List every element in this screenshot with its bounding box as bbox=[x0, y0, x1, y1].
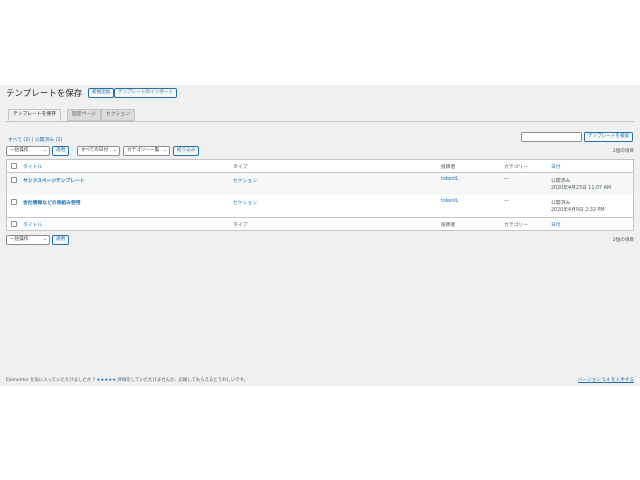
row-category: — bbox=[504, 199, 509, 204]
table-row: 会社情報などの表組み使用 セクション tokenIL — 公開済み 2020年4… bbox=[7, 195, 633, 218]
apply-button-bottom[interactable]: 適用 bbox=[52, 235, 70, 245]
row-title-link[interactable]: 会社情報などの表組み使用 bbox=[23, 199, 81, 206]
tab-sections[interactable]: セクション bbox=[101, 109, 135, 121]
row-title-link[interactable]: サンクスページテンプレート bbox=[23, 177, 85, 184]
table-footer-row: タイトル タイプ 投稿者 カテゴリー 日付 bbox=[7, 218, 633, 230]
select-all-checkbox[interactable] bbox=[11, 163, 17, 169]
chevron-down-icon: ⌄ bbox=[113, 148, 117, 153]
bulk-action-select[interactable]: 一括操作 ⌄ bbox=[6, 146, 50, 156]
status-filter: すべて (2) | 公開済み (2) bbox=[8, 136, 62, 143]
filter-all-link[interactable]: すべて (2) bbox=[8, 138, 30, 143]
row-date: 2020年4月23日 11:07 AM bbox=[551, 186, 612, 191]
category-filter-value: カテゴリー一覧 bbox=[127, 148, 160, 153]
bulk-action-select-bottom[interactable]: 一括操作 ⌄ bbox=[6, 235, 50, 245]
templates-table: タイトル タイプ 投稿者 カテゴリー 日付 サンクスページテンプレート セクショ… bbox=[6, 159, 634, 231]
footer-prefix: Elementor を気に入っていただけましたか ? bbox=[6, 378, 96, 383]
row-status: 公開済み bbox=[551, 179, 571, 184]
version-link[interactable]: バージョン 5.4 を入手する bbox=[578, 377, 634, 383]
search-templates-button[interactable]: テンプレートを検索 bbox=[584, 132, 634, 142]
filter-published-link[interactable]: 公開済み (2) bbox=[35, 138, 63, 143]
item-count: 2個の項目 bbox=[612, 149, 634, 154]
column-type: タイプ bbox=[233, 165, 248, 170]
row-author[interactable]: tokenIL bbox=[441, 177, 459, 182]
column-title[interactable]: タイトル bbox=[23, 163, 42, 170]
import-templates-button[interactable]: テンプレートのインポート bbox=[114, 88, 177, 98]
bulk-action-value: 一括操作 bbox=[10, 237, 29, 242]
table-row: サンクスページテンプレート セクション tokenIL — 公開済み 2020年… bbox=[7, 173, 633, 195]
chevron-down-icon: ⌄ bbox=[163, 148, 167, 153]
item-count-bottom: 2個の項目 bbox=[612, 238, 634, 243]
column-category: カテゴリー bbox=[504, 165, 528, 170]
row-author[interactable]: tokenIL bbox=[441, 199, 459, 204]
page-title: テンプレートを保存 bbox=[6, 89, 83, 99]
row-date: 2020年4月9日 2:32 PM bbox=[551, 208, 605, 213]
row-type[interactable]: セクション bbox=[233, 177, 257, 184]
select-all-checkbox[interactable] bbox=[11, 221, 17, 227]
tab-saved-templates[interactable]: テンプレートを保存 bbox=[8, 109, 62, 121]
tab-pages[interactable]: 固定ページ bbox=[67, 109, 101, 121]
row-checkbox[interactable] bbox=[11, 177, 17, 183]
admin-screen: テンプレートを保存 新規追加 テンプレートのインポート テンプレートを保存 固定… bbox=[0, 85, 640, 386]
tab-divider bbox=[6, 121, 634, 122]
row-checkbox[interactable] bbox=[11, 199, 17, 205]
column-category: カテゴリー bbox=[504, 223, 528, 228]
column-type: タイプ bbox=[233, 223, 248, 228]
search-input[interactable] bbox=[521, 132, 582, 142]
chevron-down-icon: ⌄ bbox=[43, 237, 47, 242]
date-filter-value: すべての日付 bbox=[81, 148, 109, 153]
apply-button[interactable]: 適用 bbox=[52, 146, 70, 156]
row-type[interactable]: セクション bbox=[233, 199, 257, 206]
footer-rating-text: Elementor を気に入っていただけましたか ? ★★★★★ 評価をしていた… bbox=[6, 377, 248, 383]
rating-stars-link[interactable]: ★★★★★ bbox=[96, 378, 116, 383]
chevron-down-icon: ⌄ bbox=[43, 148, 47, 153]
bulk-action-value: 一括操作 bbox=[10, 148, 29, 153]
add-new-button[interactable]: 新規追加 bbox=[88, 88, 115, 98]
footer-suffix: 評価をしていただけませんか。応援してもらえるとうれしいです。 bbox=[117, 378, 248, 383]
filter-button[interactable]: 絞り込み bbox=[173, 146, 200, 156]
column-author: 投稿者 bbox=[441, 223, 456, 228]
row-category: — bbox=[504, 177, 509, 182]
table-header-row: タイトル タイプ 投稿者 カテゴリー 日付 bbox=[7, 160, 633, 173]
column-title[interactable]: タイトル bbox=[23, 221, 42, 228]
column-date[interactable]: 日付 bbox=[551, 221, 561, 228]
date-filter-select[interactable]: すべての日付 ⌄ bbox=[77, 146, 120, 156]
column-date[interactable]: 日付 bbox=[551, 163, 561, 170]
column-author: 投稿者 bbox=[441, 165, 456, 170]
category-filter-select[interactable]: カテゴリー一覧 ⌄ bbox=[123, 146, 170, 156]
row-status: 公開済み bbox=[551, 201, 571, 206]
